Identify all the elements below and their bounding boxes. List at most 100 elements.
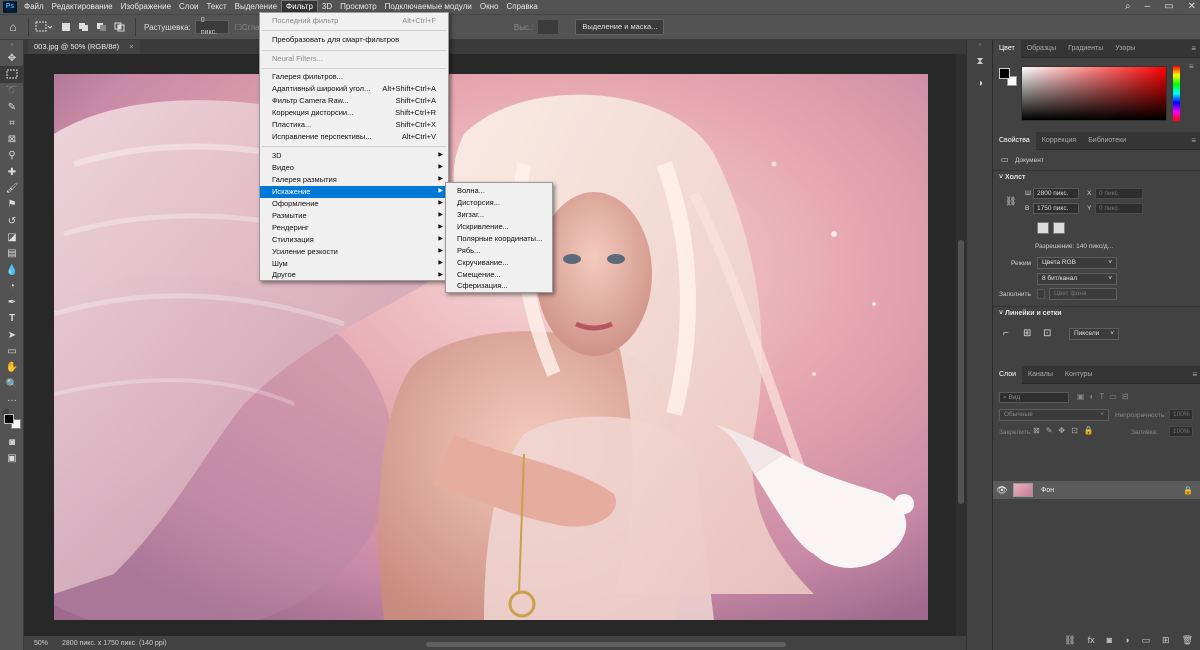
ruler-icon[interactable]: ⌐: [1003, 328, 1009, 339]
color-field[interactable]: [1021, 66, 1167, 121]
blur-tool-icon[interactable]: 💧: [0, 262, 24, 278]
tab-swatches[interactable]: Образцы: [1021, 40, 1062, 58]
history-brush-tool-icon[interactable]: ↺: [0, 213, 24, 229]
new-layer-icon[interactable]: ⊞: [1162, 635, 1170, 646]
toolbar-collapse-icon[interactable]: »: [0, 40, 24, 50]
home-icon[interactable]: ⌂: [4, 19, 22, 35]
color-mode-select[interactable]: Цвета RGB ˅: [1037, 257, 1117, 269]
gradient-tool-icon[interactable]: ▤: [0, 246, 24, 262]
vertical-scrollbar[interactable]: [956, 54, 966, 636]
group-icon[interactable]: ▭: [1142, 635, 1151, 646]
horizontal-scroll-thumb[interactable]: [426, 642, 786, 647]
subtract-selection-icon[interactable]: [95, 19, 109, 35]
menu-item-liquify[interactable]: Пластика... Shift+Ctrl+X: [260, 119, 448, 131]
delete-layer-icon[interactable]: 🗑: [1182, 635, 1193, 646]
link-icon[interactable]: ⛓: [1005, 196, 1016, 207]
tab-patterns[interactable]: Узоры: [1109, 40, 1141, 58]
move-tool-icon[interactable]: ✥: [0, 50, 24, 66]
submenu-item-twirl[interactable]: Скручивание...: [446, 257, 552, 269]
lock-icon[interactable]: 🔒: [1183, 486, 1193, 495]
search-icon[interactable]: ⌕: [1125, 0, 1131, 14]
menu-window[interactable]: Окно: [476, 0, 503, 14]
rectangle-tool-icon[interactable]: ▭: [0, 343, 24, 359]
layer-style-icon[interactable]: fx: [1088, 635, 1095, 646]
menu-item-lens-correction[interactable]: Коррекция дисторсии... Shift+Ctrl+R: [260, 107, 448, 119]
canvas-width-input[interactable]: 2800 пикс.: [1033, 188, 1079, 199]
type-tool-icon[interactable]: T: [0, 311, 24, 327]
menu-item-neural-filters[interactable]: Neural Filters...: [260, 53, 448, 65]
menu-item-3d[interactable]: 3D ▶: [260, 150, 448, 162]
portrait-orientation-icon[interactable]: [1037, 222, 1049, 234]
canvas-height-input[interactable]: 1750 пикс.: [1033, 203, 1079, 214]
submenu-item-displace[interactable]: Смещение...: [446, 269, 552, 281]
menu-item-stylize[interactable]: Стилизация ▶: [260, 234, 448, 246]
layer-filter-select[interactable]: ⌕ Вид: [999, 392, 1069, 403]
menu-item-distort[interactable]: Искажение ▶: [260, 186, 448, 198]
layer-row-background[interactable]: 👁 Фон 🔒: [993, 481, 1200, 499]
tab-color[interactable]: Цвет: [993, 39, 1021, 58]
document-tab[interactable]: 003.jpg @ 50% (RGB/8#) ×: [28, 40, 140, 54]
zoom-level[interactable]: 50%: [34, 640, 48, 647]
height-input[interactable]: [537, 19, 560, 35]
color-swatches[interactable]: ⬛: [0, 409, 24, 435]
units-select[interactable]: Пиксели ˅: [1069, 328, 1119, 340]
healing-brush-tool-icon[interactable]: ✚: [0, 164, 24, 180]
fg-color-chip[interactable]: [999, 68, 1010, 79]
dodge-tool-icon[interactable]: ◔: [0, 278, 24, 294]
menu-layers[interactable]: Слои: [175, 0, 202, 14]
fill-select[interactable]: Цвет фона: [1049, 288, 1117, 300]
rulers-section-header[interactable]: ˅ Линейки и сетки: [995, 310, 1066, 317]
clone-stamp-tool-icon[interactable]: ⚑: [0, 197, 24, 213]
canvas-y-input[interactable]: 0 пикс.: [1095, 203, 1143, 214]
menu-item-adaptive-wide-angle[interactable]: Адаптивный широкий угол... Alt+Shift+Ctrl…: [260, 83, 448, 95]
intersect-selection-icon[interactable]: [113, 19, 127, 35]
submenu-item-wave[interactable]: Волна...: [446, 185, 552, 197]
lasso-tool-icon[interactable]: ➰: [0, 83, 24, 99]
lock-icons[interactable]: ⊠✎✥⊡🔒: [1033, 426, 1100, 435]
fill-opacity-input[interactable]: 100%: [1169, 426, 1193, 437]
more-tools-icon[interactable]: ···: [0, 392, 24, 408]
panel-menu-icon[interactable]: ≡: [1191, 44, 1196, 53]
frame-tool-icon[interactable]: ⊠: [0, 131, 24, 147]
submenu-item-zigzag[interactable]: Зигзаг...: [446, 209, 552, 221]
menu-edit[interactable]: Редактирование: [48, 0, 117, 14]
canvas-area[interactable]: [24, 54, 956, 636]
tab-layers[interactable]: Слои: [993, 365, 1023, 384]
panel-menu-icon[interactable]: ≡: [1192, 370, 1197, 379]
hue-slider[interactable]: [1173, 66, 1180, 121]
path-selection-tool-icon[interactable]: ➤: [0, 327, 24, 343]
eye-icon[interactable]: 👁: [993, 485, 1011, 496]
menu-item-convert-smart-filters[interactable]: Преобразовать для смарт-фильтров: [260, 34, 448, 46]
pen-tool-icon[interactable]: ✒: [0, 294, 24, 310]
menu-help[interactable]: Справка: [502, 0, 541, 14]
menu-item-sharpen[interactable]: Усиление резкости ▶: [260, 246, 448, 258]
add-selection-icon[interactable]: [77, 19, 91, 35]
tab-properties[interactable]: Свойства: [993, 131, 1036, 150]
menu-item-filter-gallery[interactable]: Галерея фильтров...: [260, 71, 448, 83]
submenu-item-polar-coordinates[interactable]: Полярные координаты...: [446, 233, 552, 245]
submenu-item-pinch[interactable]: Дисторсия...: [446, 197, 552, 209]
link-layers-icon[interactable]: ⛓: [1064, 635, 1075, 646]
menu-item-blur-gallery[interactable]: Галерея размытия ▶: [260, 174, 448, 186]
screen-mode-icon[interactable]: ▣: [0, 451, 24, 467]
eraser-tool-icon[interactable]: ◪: [0, 229, 24, 245]
zoom-tool-icon[interactable]: 🔍: [0, 376, 24, 392]
document-artwork[interactable]: [54, 74, 928, 620]
brush-tool-icon[interactable]: 🖌: [0, 180, 24, 196]
layer-name[interactable]: Фон: [1041, 487, 1054, 494]
landscape-orientation-icon[interactable]: [1053, 222, 1065, 234]
menu-item-camera-raw[interactable]: Фильтр Camera Raw... Shift+Ctrl+A: [260, 95, 448, 107]
blend-mode-select[interactable]: Обычные ˅: [999, 409, 1109, 421]
panel-menu-icon[interactable]: ≡: [1189, 62, 1194, 71]
menu-item-noise[interactable]: Шум ▶: [260, 258, 448, 270]
canvas-section-header[interactable]: ˅ Холст: [995, 174, 1029, 181]
quick-selection-tool-icon[interactable]: ✎: [0, 99, 24, 115]
quick-mask-icon[interactable]: ◙: [0, 435, 24, 451]
menu-item-render[interactable]: Рендеринг ▶: [260, 222, 448, 234]
adjustments-panel-icon[interactable]: ◑: [967, 72, 993, 94]
maximize-icon[interactable]: ▭: [1164, 0, 1173, 14]
close-icon[interactable]: ✕: [1188, 0, 1196, 14]
feather-input[interactable]: 0 пикс.: [194, 17, 229, 36]
crop-tool-icon[interactable]: ⌗: [0, 115, 24, 131]
rectangular-marquee-tool-icon[interactable]: [0, 66, 24, 83]
